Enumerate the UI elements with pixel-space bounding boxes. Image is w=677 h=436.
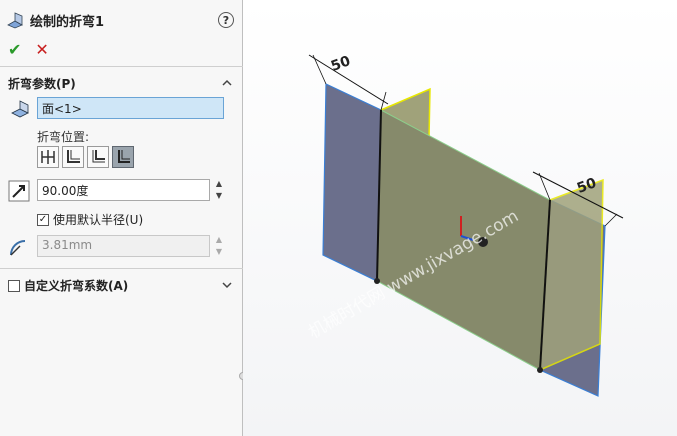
property-manager-panel: 绘制的折弯1 ? ✔ ✕ 折弯参数(P) 面<1> 折弯位置: 90.00度 ▲… [0, 0, 247, 436]
bend-outside-icon [118, 150, 130, 163]
face-selection-field[interactable]: 面<1> [37, 97, 224, 119]
extension-line [312, 54, 327, 85]
bend-endpoint [537, 367, 543, 373]
material-inside-icon [67, 150, 80, 163]
bend-angle-input[interactable]: 90.00度 [37, 179, 210, 201]
model-canvas [308, 54, 624, 397]
use-default-radius-label: 使用默认半径(U) [53, 213, 144, 227]
bend-radius-input[interactable]: 3.81mm [37, 235, 210, 257]
extension-line [380, 91, 387, 111]
custom-bend-checkbox[interactable] [8, 279, 20, 292]
material-outside-button[interactable] [87, 146, 109, 168]
section-label: 自定义折弯系数(A) [24, 279, 129, 293]
divider [0, 268, 243, 269]
chevron-down-icon[interactable] [222, 280, 232, 290]
divider [0, 66, 243, 67]
radius-spin-up[interactable]: ▲ [214, 235, 224, 245]
extension-line [604, 213, 618, 227]
angle-spin-down[interactable]: ▼ [214, 191, 224, 201]
chevron-up-icon[interactable] [222, 78, 232, 88]
bend-position-label: 折弯位置: [37, 130, 90, 144]
cancel-button[interactable]: ✕ [35, 40, 48, 59]
bend-position-group [37, 146, 134, 168]
feature-title: 绘制的折弯1 [30, 14, 105, 30]
bend-outside-button[interactable] [112, 146, 134, 168]
use-default-radius-row: ✓ 使用默认半径(U) [37, 211, 143, 228]
section-title-custom-bend[interactable]: 自定义折弯系数(A) [8, 277, 128, 294]
help-icon[interactable]: ? [218, 12, 234, 28]
section-label: 折弯参数(P) [8, 77, 76, 91]
section-title-bend-params[interactable]: 折弯参数(P) [8, 75, 76, 92]
bend-radius-icon [8, 236, 30, 258]
bend-angle-icon [8, 180, 30, 202]
use-default-radius-checkbox[interactable]: ✓ [37, 213, 49, 226]
angle-spin-up[interactable]: ▲ [214, 179, 224, 189]
feature-header: 绘制的折弯1 [6, 8, 236, 32]
left-flange-face[interactable] [322, 83, 382, 283]
material-inside-button[interactable] [62, 146, 84, 168]
bend-centerline-icon [41, 150, 55, 164]
material-outside-icon [92, 150, 105, 163]
sketched-bend-icon [6, 11, 24, 29]
bend-centerline-button[interactable] [37, 146, 59, 168]
face-selection-icon [9, 98, 31, 120]
graphics-viewport[interactable]: 50 50 机械时代网 www.jixvage.com [243, 0, 677, 436]
radius-spin-down[interactable]: ▼ [214, 247, 224, 257]
ok-button[interactable]: ✔ [8, 40, 21, 59]
